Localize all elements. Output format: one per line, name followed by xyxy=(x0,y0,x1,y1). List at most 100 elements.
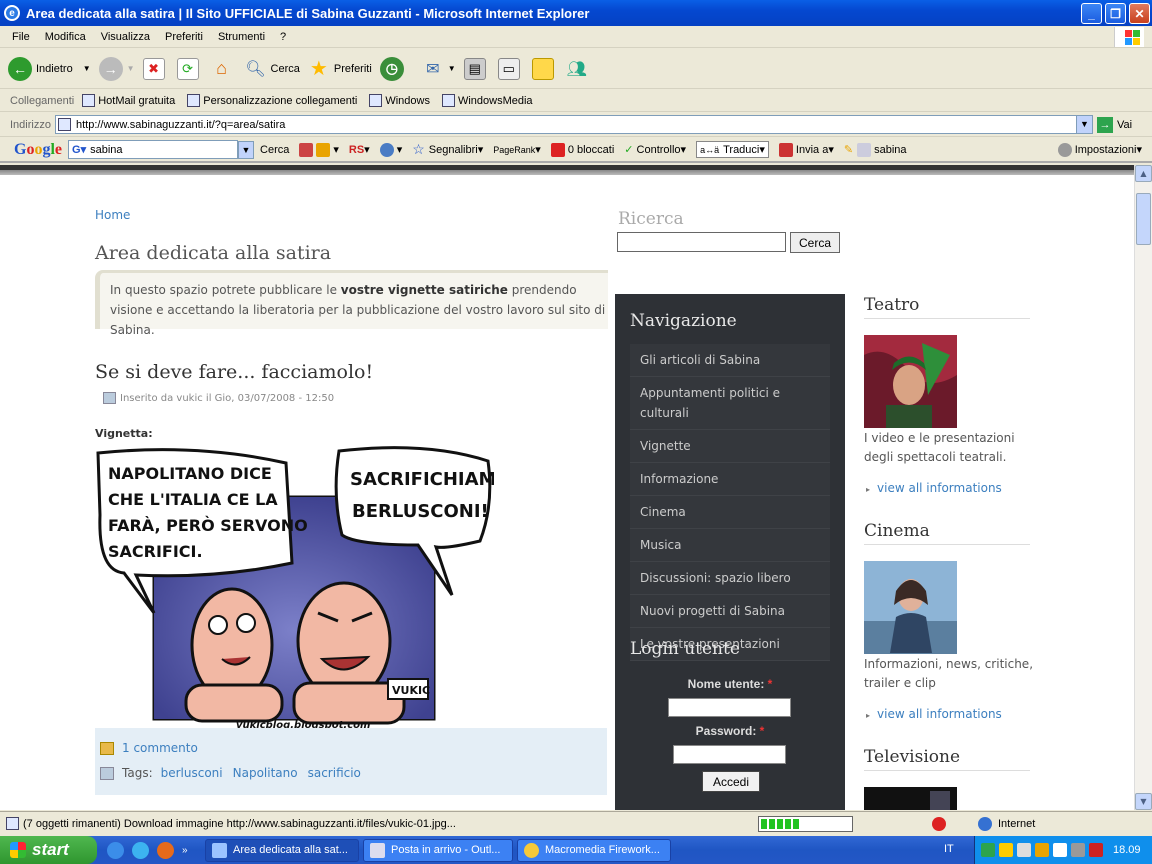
search-button[interactable]: 🔍︎ Cerca xyxy=(245,58,300,80)
cinema-view-all-link[interactable]: view all informations xyxy=(866,707,1002,721)
task-fireworks[interactable]: Macromedia Firework... xyxy=(517,838,671,862)
menu-file[interactable]: File xyxy=(12,31,30,43)
google-search-button[interactable]: Cerca xyxy=(260,144,289,156)
nav-item-nuovi-progetti[interactable]: Nuovi progetti di Sabina xyxy=(630,595,830,628)
tray-icon[interactable] xyxy=(999,843,1013,857)
messenger-button[interactable]: 👥︎ xyxy=(566,58,592,80)
discuss-button[interactable] xyxy=(531,57,558,80)
tray-icon[interactable] xyxy=(981,843,995,857)
rs-button[interactable]: RS ▾ xyxy=(349,143,370,157)
start-button[interactable]: start xyxy=(0,836,97,864)
go-button[interactable]: → Vai xyxy=(1096,116,1132,133)
favorites-button[interactable]: ★ Preferiti xyxy=(308,58,372,80)
cinema-text: Informazioni, news, critiche, trailer e … xyxy=(864,657,1034,690)
spellcheck-button[interactable]: ✓ Controllo ▾ xyxy=(624,143,686,157)
televisione-thumbnail[interactable] xyxy=(864,787,957,810)
menu-preferiti[interactable]: Preferiti xyxy=(165,31,203,43)
satire-cartoon[interactable]: NAPOLITANO DICE CHE L'ITALIA CE LA FARÀ,… xyxy=(96,445,494,731)
address-input[interactable]: http://www.sabinaguzzanti.it/?q=area/sat… xyxy=(54,115,1093,134)
search-button[interactable]: Cerca xyxy=(790,232,840,253)
refresh-button[interactable]: ⟳ xyxy=(176,57,203,80)
link-windows[interactable]: Windows xyxy=(369,94,430,107)
translate-button[interactable]: a↔ä Traduci ▾ xyxy=(696,141,769,158)
settings-button[interactable]: Impostazioni ▾ xyxy=(1057,142,1142,157)
taskbar: start » Area dedicata alla sat... Posta … xyxy=(0,836,1152,864)
highlight-button[interactable]: ✎ sabina xyxy=(844,142,907,157)
search-input[interactable] xyxy=(617,232,786,252)
teatro-view-all-link[interactable]: view all informations xyxy=(866,481,1002,495)
close-button[interactable]: ✕ xyxy=(1129,3,1150,24)
password-input[interactable] xyxy=(673,745,786,764)
title-bar[interactable]: e Area dedicata alla satira | Il Sito UF… xyxy=(0,0,1152,26)
teatro-thumbnail[interactable] xyxy=(864,335,957,428)
nav-item-articoli[interactable]: Gli articoli di Sabina xyxy=(630,344,830,377)
scroll-down-icon[interactable]: ▼ xyxy=(1135,793,1152,810)
minimize-button[interactable]: _ xyxy=(1081,3,1102,24)
language-indicator[interactable]: IT xyxy=(944,843,954,855)
link-personalize[interactable]: Personalizzazione collegamenti xyxy=(187,94,357,107)
history-button[interactable]: ◷ xyxy=(379,56,408,81)
username-input[interactable] xyxy=(668,698,791,717)
bookmarks-button[interactable]: ☆ Segnalibri ▾ xyxy=(412,141,483,158)
nav-item-cinema[interactable]: Cinema xyxy=(630,496,830,529)
mail-button[interactable]: ✉ ▼ xyxy=(422,58,456,80)
scroll-up-icon[interactable]: ▲ xyxy=(1135,165,1152,182)
firefox-quicklaunch-icon[interactable] xyxy=(157,841,174,859)
tag-link[interactable]: berlusconi xyxy=(161,766,223,780)
task-ie[interactable]: Area dedicata alla sat... xyxy=(205,838,359,862)
nav-item-discussioni[interactable]: Discussioni: spazio libero xyxy=(630,562,830,595)
windows-flag-icon xyxy=(1114,27,1144,47)
tray-icon[interactable] xyxy=(1035,843,1049,857)
address-dropdown-icon[interactable]: ▼ xyxy=(1075,116,1092,133)
options-button[interactable]: ▾ xyxy=(379,142,402,157)
tray-icon[interactable] xyxy=(1053,843,1067,857)
google-dropdown-icon[interactable]: ▼ xyxy=(238,140,255,159)
maximize-button[interactable]: ❐ xyxy=(1105,3,1126,24)
nav-item-informazione[interactable]: Informazione xyxy=(630,463,830,496)
security-zone[interactable]: Internet xyxy=(978,817,1035,831)
link-hotmail[interactable]: HotMail gratuita xyxy=(82,94,175,107)
cinema-thumbnail[interactable] xyxy=(864,561,957,654)
back-dropdown-icon[interactable]: ▼ xyxy=(83,64,91,73)
translate-icon: a↔ä xyxy=(700,144,720,155)
address-url[interactable]: http://www.sabinaguzzanti.it/?q=area/sat… xyxy=(76,119,285,131)
tray-icon[interactable] xyxy=(1017,843,1031,857)
google-search-input[interactable]: G▾ sabina xyxy=(68,140,239,159)
link-windowsmedia[interactable]: WindowsMedia xyxy=(441,94,533,107)
scroll-thumb[interactable] xyxy=(1136,193,1151,245)
quicklaunch-more-icon[interactable]: » xyxy=(182,845,188,856)
popup-blocker[interactable]: 0 bloccati xyxy=(550,142,614,157)
security-blocked-icon[interactable] xyxy=(932,817,946,831)
back-button[interactable]: ← Indietro ▼ xyxy=(8,56,91,81)
google-icons[interactable]: ▾ xyxy=(299,142,339,157)
nav-item-vignette[interactable]: Vignette xyxy=(630,430,830,463)
forward-button[interactable]: → ▼ xyxy=(98,56,135,81)
home-button[interactable]: ⌂ xyxy=(211,58,237,80)
article-title[interactable]: Se si deve fare... facciamolo! xyxy=(95,361,373,383)
stop-button[interactable]: ✖ xyxy=(142,57,169,80)
volume-icon[interactable] xyxy=(1071,843,1085,857)
tag-link[interactable]: sacrificio xyxy=(308,766,361,780)
ie-window: e Area dedicata alla satira | Il Sito UF… xyxy=(0,0,1152,864)
menu-strumenti[interactable]: Strumenti xyxy=(218,31,265,43)
login-button[interactable]: Accedi xyxy=(702,771,760,792)
ati-icon[interactable] xyxy=(1089,843,1103,857)
menu-modifica[interactable]: Modifica xyxy=(45,31,86,43)
ie-quicklaunch-icon[interactable] xyxy=(107,841,124,859)
send-to-button[interactable]: Invia a ▾ xyxy=(778,142,834,157)
navigation-title: Navigazione xyxy=(630,311,737,331)
nav-item-musica[interactable]: Musica xyxy=(630,529,830,562)
print-button[interactable]: ▤ xyxy=(463,57,490,80)
vertical-scrollbar[interactable]: ▲ ▼ xyxy=(1134,165,1152,810)
comments-link[interactable]: 1 commento xyxy=(122,741,198,755)
outlook-quicklaunch-icon[interactable] xyxy=(132,841,149,859)
nav-item-appuntamenti[interactable]: Appuntamenti politici e culturali xyxy=(630,377,830,430)
menu-help[interactable]: ? xyxy=(280,31,286,43)
star-icon: ★ xyxy=(309,58,328,80)
menu-visualizza[interactable]: Visualizza xyxy=(101,31,150,43)
tag-link[interactable]: Napolitano xyxy=(233,766,298,780)
breadcrumb-home[interactable]: Home xyxy=(95,208,130,222)
forward-dropdown-icon[interactable]: ▼ xyxy=(127,64,135,73)
edit-button[interactable]: ▭ xyxy=(497,57,524,80)
task-outlook[interactable]: Posta in arrivo - Outl... xyxy=(363,838,513,862)
